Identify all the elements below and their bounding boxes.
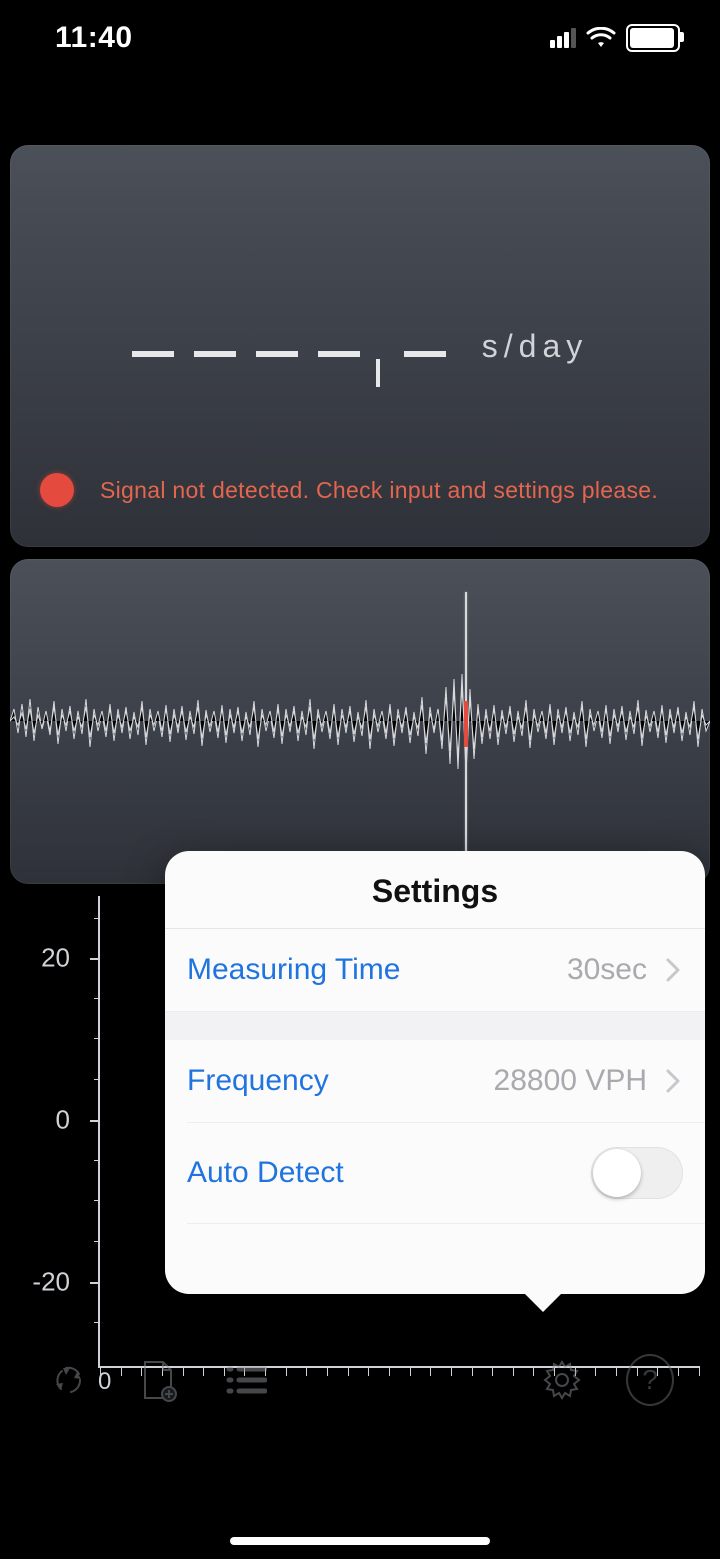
wifi-icon [586, 27, 616, 49]
auto-detect-label: Auto Detect [187, 1156, 344, 1190]
rate-readout-card: s/day Signal not detected. Check input a… [10, 145, 710, 547]
list-icon [225, 1364, 267, 1396]
settings-popover: Settings Measuring Time 30sec Frequency … [165, 851, 705, 1294]
chart-y-tick [90, 1282, 98, 1284]
frequency-row[interactable]: Frequency 28800 VPH [165, 1040, 705, 1122]
gear-icon [540, 1358, 584, 1402]
status-indicators [550, 24, 680, 52]
waveform-plot [10, 559, 710, 884]
bottom-toolbar: ? [0, 1345, 720, 1415]
chart-y-tick [90, 1120, 98, 1122]
help-button[interactable]: ? [626, 1356, 674, 1404]
auto-detect-row: Auto Detect [165, 1123, 705, 1223]
recycle-icon [50, 1360, 90, 1400]
status-time: 11:40 [55, 21, 133, 55]
frequency-value: 28800 VPH [494, 1064, 647, 1098]
chevron-right-icon [665, 1068, 683, 1094]
auto-detect-toggle[interactable] [591, 1147, 683, 1199]
chevron-right-icon [665, 957, 683, 983]
rate-value-dashes [132, 351, 360, 357]
decimal-tick-icon [376, 359, 380, 387]
home-indicator[interactable] [230, 1537, 490, 1545]
cellular-signal-icon [550, 28, 576, 48]
help-icon: ? [626, 1354, 674, 1406]
measuring-time-row[interactable]: Measuring Time 30sec [165, 929, 705, 1012]
battery-icon [626, 24, 680, 52]
status-bar: 11:40 [0, 0, 720, 75]
measuring-time-value: 30sec [567, 953, 647, 987]
chart-y-axis [98, 896, 100, 1368]
recycle-button[interactable] [46, 1356, 94, 1404]
rate-unit: s/day [482, 328, 588, 365]
waveform-card[interactable] [10, 559, 710, 884]
chart-y-label: 20 [41, 943, 70, 974]
chart-y-label: -20 [32, 1267, 70, 1298]
settings-button[interactable] [538, 1356, 586, 1404]
chart-y-label: 0 [56, 1105, 70, 1136]
new-document-button[interactable] [134, 1356, 182, 1404]
signal-status-message: Signal not detected. Check input and set… [100, 477, 658, 504]
toggle-knob-icon [593, 1149, 641, 1197]
measuring-time-label: Measuring Time [187, 953, 400, 987]
record-indicator-icon [40, 473, 74, 507]
settings-title: Settings [165, 851, 705, 929]
signal-status-row: Signal not detected. Check input and set… [40, 473, 680, 507]
waveform-cursor-icon [465, 592, 467, 852]
settings-section-gap [165, 1012, 705, 1040]
chart-y-tick [90, 958, 98, 960]
frequency-label: Frequency [187, 1064, 329, 1098]
app-screen: 11:40 s/day [0, 0, 720, 1559]
list-button[interactable] [222, 1356, 270, 1404]
add-document-icon [139, 1358, 177, 1402]
